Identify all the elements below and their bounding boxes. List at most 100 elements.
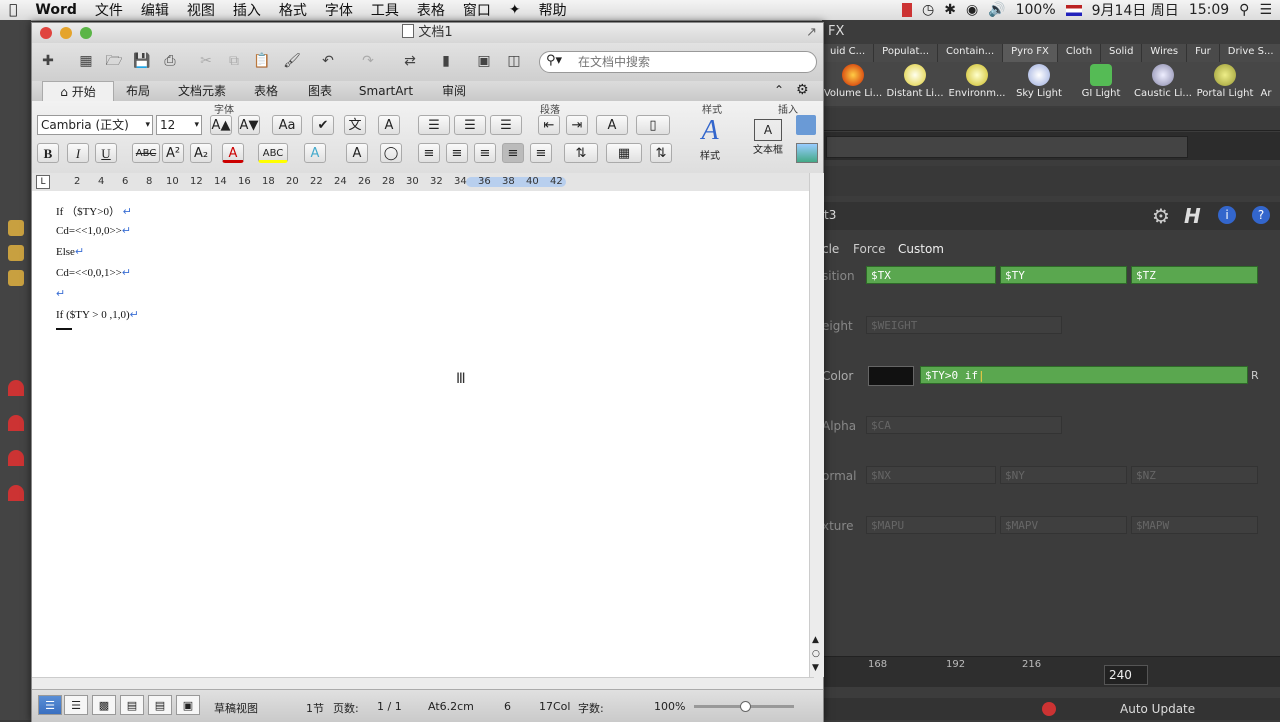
mapu-field[interactable]: $MAPU [866,516,996,534]
borders-button[interactable]: ▦ [606,143,642,163]
time-machine-icon[interactable]: ◷ [922,2,934,18]
templates-icon[interactable]: ▦ [76,51,96,71]
ny-field[interactable]: $NY [1000,466,1127,484]
font-name-combo[interactable]: Cambria (正文) ▾ [37,115,153,135]
weight-field[interactable]: $WEIGHT [866,316,1062,334]
strikethrough-button[interactable]: ABC [132,143,160,163]
flag-icon[interactable] [1065,4,1082,16]
bullets-button[interactable]: ☰ [418,115,450,135]
path-dropdown[interactable] [826,136,1188,158]
font-size-combo[interactable]: 12 ▾ [156,115,202,135]
undo-icon[interactable]: ↶ [318,51,338,71]
tool-icon[interactable] [8,245,24,261]
doc-line[interactable]: Cd=<<0,0,1>>↵ [56,266,131,279]
battery-text[interactable]: 100% [1016,2,1056,18]
mapw-field[interactable]: $MAPW [1131,516,1258,534]
tz-field[interactable]: $TZ [1131,266,1258,284]
paste-icon[interactable]: 📋 [252,51,272,71]
bluetooth-icon[interactable]: ✱ [944,2,956,18]
minimize-button[interactable] [60,27,72,39]
magnet-icon[interactable] [8,415,24,431]
underline-button[interactable]: U [95,143,117,163]
align-center-button[interactable]: ≡ [446,143,468,163]
mapv-field[interactable]: $MAPV [1000,516,1127,534]
volume-icon[interactable]: 🔊 [988,2,1005,18]
styles-gallery-button[interactable]: A 样式 [688,115,732,169]
shelf-tab[interactable]: Populat... [874,44,939,62]
collapse-ribbon-icon[interactable]: ⌃ [774,83,784,97]
menu-table[interactable]: 表格 [408,0,454,20]
menu-help[interactable]: 帮助 [530,0,576,20]
close-button[interactable] [40,27,52,39]
ribbon-settings-icon[interactable]: ⚙ [796,82,809,98]
print-icon[interactable]: ⎙ [160,51,180,71]
draft-view-button[interactable]: ☰ [38,695,62,715]
numbering-button[interactable]: ☰ [454,115,486,135]
justify-button[interactable]: ≡ [502,143,524,163]
date-text[interactable]: 9月14日 周日 [1092,0,1179,20]
copy-icon[interactable]: ⧉ [224,51,244,71]
magnet-icon[interactable] [8,485,24,501]
print-layout-button[interactable]: ▤ [120,695,144,715]
fullscreen-icon[interactable]: ↗ [806,23,817,43]
time-text[interactable]: 15:09 [1189,2,1229,18]
shelf-tab[interactable]: Contain... [938,44,1004,62]
notebook-view-button[interactable]: ▤ [148,695,172,715]
menu-font[interactable]: 字体 [316,0,362,20]
apple-icon[interactable]:  [0,2,26,18]
grow-font-button[interactable]: A▲ [210,115,232,135]
stop-icon[interactable] [1042,702,1056,716]
line-spacing-button[interactable]: ⇅ [564,143,598,163]
phonetic-guide-button[interactable]: 文 [344,115,366,135]
superscript-button[interactable]: A² [162,143,184,163]
columns-button[interactable]: ▯ [636,115,670,135]
zoom-slider-thumb[interactable] [740,701,751,712]
shelf-tab[interactable]: Solid [1101,44,1143,62]
timeline[interactable]: 168 192 216 240 [822,656,1280,687]
decrease-indent-button[interactable]: ⇤ [538,115,560,135]
notification-icon[interactable]: ☰ [1259,2,1272,18]
new-doc-icon[interactable]: ✚ [38,51,58,71]
character-border-button[interactable]: A [378,115,400,135]
param-tab-force[interactable]: Force [853,242,885,256]
tab-smartart[interactable]: SmartArt [354,81,418,101]
frame-field[interactable]: 240 [1104,665,1148,685]
increase-indent-button[interactable]: ⇥ [566,115,588,135]
distant-light-tool[interactable]: Distant Li... [884,62,946,106]
param-tab-custom[interactable]: Custom [898,242,944,256]
portal-light-tool[interactable]: Portal Light [1194,62,1256,106]
doc-line[interactable]: ↵ [56,287,65,300]
tool-icon[interactable] [8,220,24,236]
sky-light-tool[interactable]: Sky Light [1008,62,1070,106]
horizontal-ruler[interactable]: L 2 4 6 8 10 12 14 16 18 20 22 24 26 28 … [32,173,823,192]
red-app-icon[interactable] [902,3,912,17]
scroll-up-icon[interactable]: ▲ [812,635,819,645]
tab-home[interactable]: ⌂ 开始 [42,81,114,102]
tab-tables[interactable]: 表格 [248,81,284,101]
tab-layout[interactable]: 布局 [118,81,158,101]
tool-icon[interactable] [8,270,24,286]
multilevel-list-button[interactable]: ☰ [490,115,522,135]
picture-icon[interactable] [796,143,818,163]
menu-app-word[interactable]: Word [26,2,86,18]
search-box[interactable]: ⚲▾ [539,51,817,73]
menu-view[interactable]: 视图 [178,0,224,20]
shelf-tab[interactable]: uid C... [822,44,875,62]
format-painter-icon[interactable]: 🖌 [282,51,302,71]
menu-file[interactable]: 文件 [86,0,132,20]
help-icon[interactable]: ? [1252,206,1270,224]
save-icon[interactable]: 💾 [132,51,152,71]
open-icon[interactable]: 🗁 [104,51,124,71]
magnet-icon[interactable] [8,380,24,396]
gear-icon[interactable]: ⚙ [1152,204,1170,228]
text-effects-button[interactable]: A [304,143,326,163]
browse-object-icon[interactable]: ○ [812,649,820,659]
shelf-tab[interactable]: Wires [1142,44,1188,62]
publishing-view-button[interactable]: ▩ [92,695,116,715]
ty-field[interactable]: $TY [1000,266,1127,284]
magnet-icon[interactable] [8,450,24,466]
bold-button[interactable]: B [37,143,59,163]
houdini-h-icon[interactable]: H [1184,204,1201,228]
vertical-scrollbar[interactable]: ▲ ○ ▼ [809,173,824,677]
ar-tool[interactable]: Ar [1256,62,1276,106]
